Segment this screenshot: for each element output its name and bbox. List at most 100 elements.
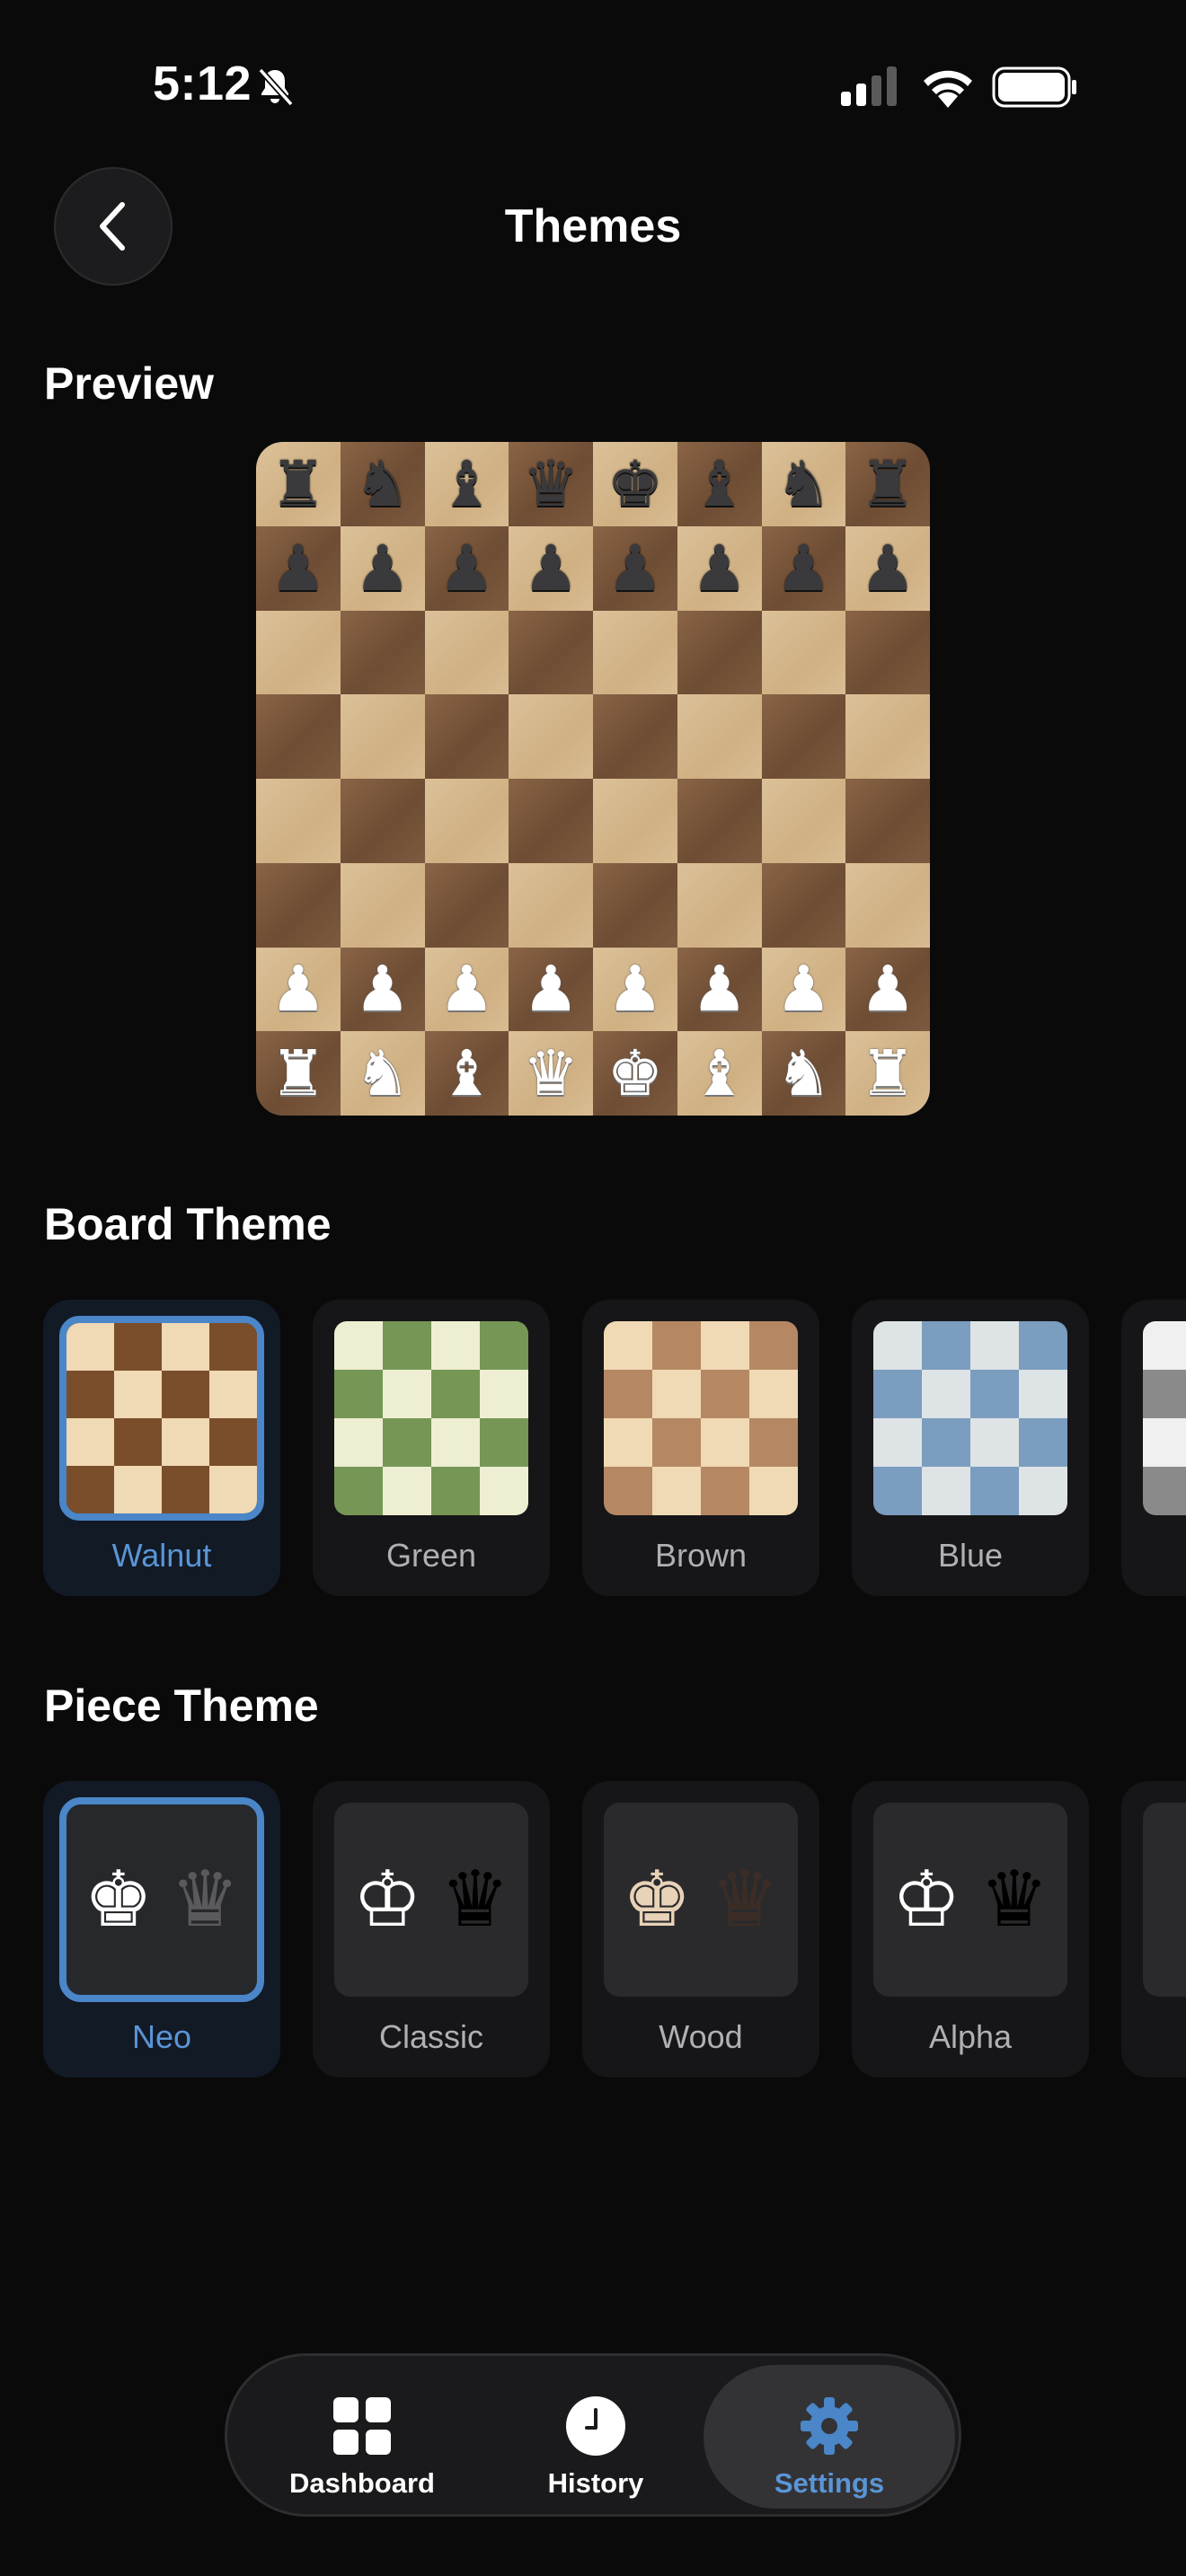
chess-piece: ♝ xyxy=(691,446,748,521)
king-icon: ♔ xyxy=(352,1855,422,1945)
swatch-square xyxy=(970,1370,1019,1418)
piece-theme-card[interactable]: ♔ ♛ Classic xyxy=(313,1781,550,2078)
swatch-square xyxy=(162,1323,209,1371)
status-bar: 5:12 xyxy=(0,0,1186,171)
chess-piece: ♟ xyxy=(438,952,495,1027)
board-square: ♞ xyxy=(340,442,425,526)
swatch-square xyxy=(701,1321,749,1370)
board-square: ♟ xyxy=(340,947,425,1032)
page-title: Themes xyxy=(504,200,682,252)
board-theme-card[interactable]: Blue xyxy=(852,1300,1089,1596)
board-square: ♟ xyxy=(256,947,341,1032)
board-square xyxy=(761,779,846,863)
board-square xyxy=(677,610,762,695)
swatch-square xyxy=(749,1370,798,1418)
board-square xyxy=(677,862,762,948)
swatch-square xyxy=(1143,1321,1186,1370)
nav-dashboard[interactable]: Dashboard xyxy=(236,2365,488,2509)
piece-theme-card[interactable]: ♚ ♛ Wood xyxy=(582,1781,819,2078)
board-square: ♟ xyxy=(677,525,762,611)
swatch-square xyxy=(970,1418,1019,1467)
board-square xyxy=(593,694,677,779)
swatch-square xyxy=(383,1370,431,1418)
preview-board: ♜ ♞ ♝ ♛ ♚ ♝ ♞ ♜ ♟ ♟ ♟ ♟ ♟ ♟ ♟ ♟ ♟ ♟ ♟ ♟ ♟ ♟ ♟ ♟ ♜ ♞ ♝ ♛ ♚ ♝ ♞ ♜ xyxy=(256,442,930,1116)
swatch-square xyxy=(162,1418,209,1466)
piece-theme-card[interactable]: ♔ xyxy=(1121,1781,1186,2078)
piece-theme-swatch: ♔ xyxy=(1143,1803,1186,1997)
board-square: ♚ xyxy=(593,1031,677,1116)
board-square: ♟ xyxy=(424,947,509,1032)
swatch-square xyxy=(604,1370,652,1418)
piece-theme-label: Alpha xyxy=(928,2018,1013,2055)
swatch-square xyxy=(480,1321,528,1370)
piece-theme-card[interactable]: ♚ ♛ Neo xyxy=(43,1781,280,2078)
board-square xyxy=(761,610,846,695)
board-square xyxy=(677,779,762,863)
swatch-square xyxy=(209,1323,257,1371)
swatch-square xyxy=(383,1467,431,1515)
swatch-square xyxy=(209,1418,257,1466)
board-square: ♟ xyxy=(340,525,425,611)
board-square: ♟ xyxy=(509,947,593,1032)
board-theme-card[interactable]: Brown xyxy=(582,1300,819,1596)
board-square: ♜ xyxy=(845,442,930,526)
board-square xyxy=(761,862,846,948)
chess-piece: ♛ xyxy=(522,1037,580,1111)
chess-piece: ♟ xyxy=(774,952,832,1027)
board-square xyxy=(340,779,425,863)
chess-piece: ♝ xyxy=(438,1037,495,1111)
board-theme-card[interactable] xyxy=(1121,1300,1186,1596)
swatch-square xyxy=(749,1418,798,1467)
chess-piece: ♟ xyxy=(438,531,495,605)
board-square: ♟ xyxy=(677,947,762,1032)
swatch-square xyxy=(162,1371,209,1418)
swatch-square xyxy=(114,1466,162,1513)
board-square xyxy=(509,694,593,779)
board-square: ♞ xyxy=(761,442,846,526)
board-square: ♜ xyxy=(845,1031,930,1116)
nav-history[interactable]: History xyxy=(470,2365,721,2509)
chess-piece: ♝ xyxy=(691,1037,748,1111)
board-theme-swatch xyxy=(334,1321,528,1515)
swatch-square xyxy=(431,1467,480,1515)
swatch-square xyxy=(431,1418,480,1467)
chess-piece: ♞ xyxy=(354,1037,411,1111)
piece-theme-swatch: ♔ ♛ xyxy=(873,1803,1067,1997)
piece-theme-label: Classic xyxy=(378,2018,483,2055)
queen-icon: ♛ xyxy=(440,1855,510,1945)
board-square: ♜ xyxy=(256,442,341,526)
bell-slash-icon xyxy=(258,67,294,107)
chess-piece: ♟ xyxy=(354,952,411,1027)
board-square: ♟ xyxy=(845,947,930,1032)
nav-history-label: History xyxy=(547,2467,644,2499)
piece-theme-swatch: ♔ ♛ xyxy=(334,1803,528,1997)
board-theme-card[interactable]: Walnut xyxy=(43,1300,280,1596)
board-square: ♝ xyxy=(424,1031,509,1116)
swatch-square xyxy=(334,1418,383,1467)
board-square xyxy=(256,779,341,863)
chess-piece: ♞ xyxy=(354,446,411,521)
swatch-square xyxy=(480,1467,528,1515)
nav-settings[interactable]: Settings xyxy=(704,2365,955,2509)
chess-piece: ♛ xyxy=(522,446,580,521)
board-theme-card[interactable]: Green xyxy=(313,1300,550,1596)
piece-theme-card[interactable]: ♔ ♛ Alpha xyxy=(852,1781,1089,2078)
king-icon: ♚ xyxy=(622,1855,692,1945)
board-square xyxy=(424,862,509,948)
swatch-square xyxy=(701,1467,749,1515)
swatch-square xyxy=(873,1321,922,1370)
chess-piece: ♟ xyxy=(691,531,748,605)
swatch-square xyxy=(652,1370,701,1418)
piece-theme-label: Neo xyxy=(131,2018,192,2055)
swatch-square xyxy=(66,1371,114,1418)
chess-piece: ♟ xyxy=(774,531,832,605)
swatch-square xyxy=(431,1370,480,1418)
king-icon: ♚ xyxy=(84,1855,154,1945)
board-square xyxy=(845,862,930,948)
queen-icon: ♛ xyxy=(170,1855,240,1945)
swatch-square xyxy=(1019,1370,1067,1418)
board-theme-swatch xyxy=(873,1321,1067,1515)
preview-heading: Preview xyxy=(44,358,215,409)
chess-piece: ♟ xyxy=(522,531,580,605)
board-theme-list: Walnut Green Brown Blue xyxy=(43,1300,1186,1596)
